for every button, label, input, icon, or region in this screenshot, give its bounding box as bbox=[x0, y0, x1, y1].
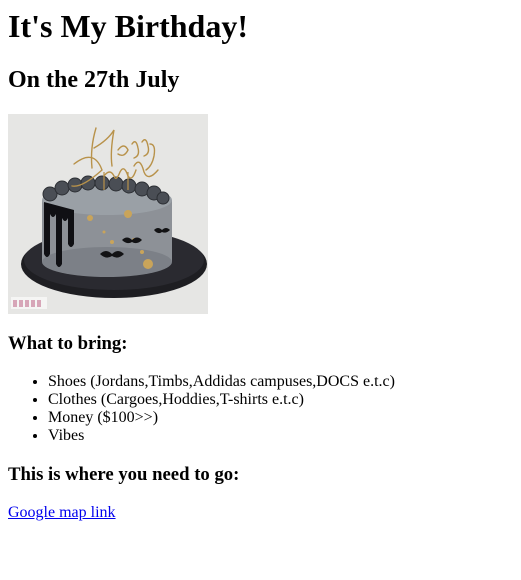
page-subtitle: On the 27th July bbox=[8, 67, 180, 93]
page-title: It's My Birthday! bbox=[8, 8, 248, 44]
list-item: Money ($100>>) bbox=[48, 409, 513, 427]
list-item: Clothes (Cargoes,Hoddies,T-shirts e.t.c) bbox=[48, 391, 513, 409]
bring-list: Shoes (Jordans,Timbs,Addidas campuses,DO… bbox=[8, 373, 513, 445]
list-item: Vibes bbox=[48, 427, 513, 445]
birthday-cake-image bbox=[8, 114, 208, 314]
what-to-bring-heading: What to bring: bbox=[8, 333, 128, 354]
google-map-link[interactable]: Google map link bbox=[8, 504, 116, 521]
list-item: Shoes (Jordans,Timbs,Addidas campuses,DO… bbox=[48, 373, 513, 391]
location-heading: This is where you need to go: bbox=[8, 464, 240, 485]
map-link-paragraph: Google map link bbox=[8, 504, 513, 522]
